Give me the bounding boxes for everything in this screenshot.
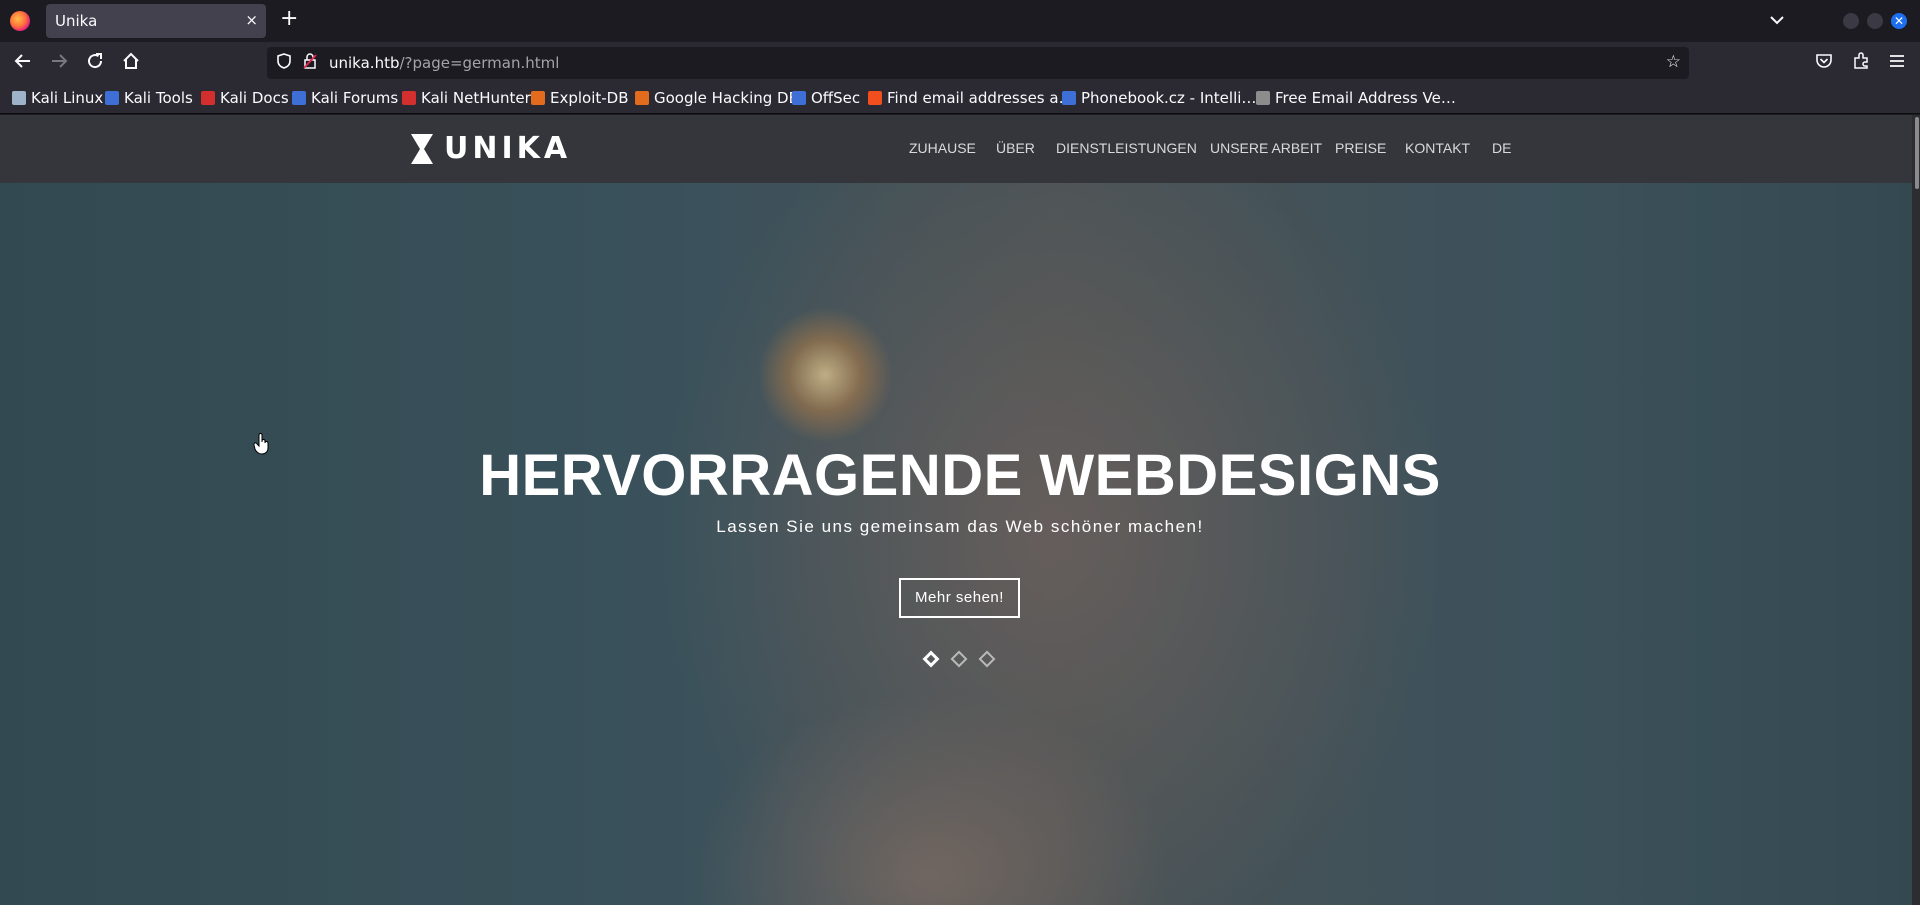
menu-item-kontakt[interactable]: KONTAKT	[1405, 140, 1470, 156]
tracking-protection-shield-icon[interactable]	[277, 53, 291, 73]
bookmark-label: OffSec	[811, 89, 861, 107]
kali-dragon-icon	[12, 91, 26, 105]
bookmark-label: Free Email Address Ve…	[1275, 89, 1456, 107]
menu-item-unsere-arbeit[interactable]: UNSERE ARBEIT	[1210, 140, 1322, 156]
menu-item-ueber[interactable]: ÜBER	[996, 140, 1035, 156]
forward-arrow-icon[interactable]	[48, 52, 70, 76]
insecure-lock-icon[interactable]	[303, 53, 317, 73]
bookmark-label: Kali Forums	[311, 89, 399, 107]
navigation-toolbar: unika.htb/?page=german.html ☆	[0, 42, 1920, 84]
reload-icon[interactable]	[84, 52, 106, 76]
offsec-icon	[792, 91, 806, 105]
bookmark-label: Find email addresses a…	[887, 89, 1074, 107]
bookmark-kali-nethunter[interactable]: Kali NetHunter	[402, 89, 531, 107]
tab-close-icon[interactable]: ×	[245, 11, 258, 29]
exploit-db-icon	[531, 91, 545, 105]
bookmark-label: Kali Linux	[31, 89, 104, 107]
url-path: /?page=german.html	[399, 54, 560, 72]
tab-unika[interactable]: Unika ×	[46, 4, 266, 38]
tab-strip: Unika × + ✕	[0, 0, 1920, 42]
bookmark-label: Kali Tools	[124, 89, 193, 107]
bookmark-kali-tools[interactable]: Kali Tools	[105, 89, 193, 107]
bookmark-kali-forums[interactable]: Kali Forums	[292, 89, 398, 107]
scrollbar-thumb[interactable]	[1915, 117, 1919, 189]
back-arrow-icon[interactable]	[12, 52, 34, 76]
mehr-sehen-button[interactable]: Mehr sehen!	[899, 578, 1020, 618]
bookmark-email-verifier[interactable]: Free Email Address Ve…	[1256, 89, 1456, 107]
page-scrollbar[interactable]	[1912, 115, 1920, 905]
minimize-button[interactable]	[1843, 13, 1859, 29]
hourglass-logo-icon	[410, 133, 434, 165]
hand-cursor-icon	[253, 433, 271, 460]
nethunter-icon	[402, 91, 416, 105]
menu-item-preise[interactable]: PREISE	[1335, 140, 1386, 156]
url-host: unika.htb	[329, 54, 400, 72]
bookmark-find-email[interactable]: Find email addresses a…	[868, 89, 1074, 107]
pocket-icon[interactable]	[1815, 52, 1833, 74]
bookmark-label: Exploit-DB	[550, 89, 629, 107]
menu-item-zuhause[interactable]: ZUHAUSE	[909, 140, 976, 156]
firefox-logo-icon[interactable]	[10, 11, 30, 31]
menu-hamburger-icon[interactable]	[1888, 52, 1906, 74]
ghdb-icon	[635, 91, 649, 105]
home-icon[interactable]	[120, 52, 142, 76]
url-text[interactable]: unika.htb/?page=german.html	[329, 54, 559, 72]
menu-item-dienstleistungen[interactable]: DIENSTLEISTUNGEN	[1056, 140, 1197, 156]
bookmark-google-hacking-db[interactable]: Google Hacking DB	[635, 89, 799, 107]
bookmark-label: Phonebook.cz - Intelli…	[1081, 89, 1257, 107]
bookmark-offsec[interactable]: OffSec	[792, 89, 860, 107]
web-page: UNIKA ZUHAUSE ÜBER DIENSTLEISTUNGEN UNSE…	[0, 115, 1920, 905]
close-window-button[interactable]: ✕	[1891, 13, 1907, 29]
bookmark-kali-linux[interactable]: Kali Linux	[12, 89, 103, 107]
kali-tools-icon	[105, 91, 119, 105]
hero-overlay	[0, 115, 1920, 905]
logo-text: UNIKA	[444, 131, 572, 166]
maximize-button[interactable]	[1867, 13, 1883, 29]
extensions-puzzle-icon[interactable]	[1852, 52, 1870, 74]
list-all-tabs-icon[interactable]	[1769, 10, 1785, 29]
hunter-icon	[868, 91, 882, 105]
bookmark-exploit-db[interactable]: Exploit-DB	[531, 89, 629, 107]
bookmark-label: Google Hacking DB	[654, 89, 799, 107]
tab-title: Unika	[55, 12, 98, 30]
new-tab-button[interactable]: +	[280, 8, 298, 30]
bookmark-kali-docs[interactable]: Kali Docs	[201, 89, 289, 107]
bookmark-star-icon[interactable]: ☆	[1666, 52, 1681, 72]
phonebook-icon	[1062, 91, 1076, 105]
site-logo[interactable]: UNIKA	[410, 131, 571, 166]
menu-item-language[interactable]: DE	[1492, 140, 1511, 156]
site-header: UNIKA ZUHAUSE ÜBER DIENSTLEISTUNGEN UNSE…	[0, 115, 1920, 183]
elephant-icon	[1256, 91, 1270, 105]
bookmark-phonebook[interactable]: Phonebook.cz - Intelli…	[1062, 89, 1256, 107]
bookmark-label: Kali Docs	[220, 89, 289, 107]
hero-title: HERVORRAGENDE WEBDESIGNS	[479, 443, 1441, 508]
kali-forums-icon	[292, 91, 306, 105]
kali-docs-icon	[201, 91, 215, 105]
url-bar[interactable]: unika.htb/?page=german.html ☆	[267, 47, 1689, 79]
bookmarks-toolbar: Kali Linux Kali Tools Kali Docs Kali For…	[0, 84, 1920, 114]
hero-subtitle: Lassen Sie uns gemeinsam das Web schöner…	[716, 517, 1204, 536]
bookmark-label: Kali NetHunter	[421, 89, 531, 107]
